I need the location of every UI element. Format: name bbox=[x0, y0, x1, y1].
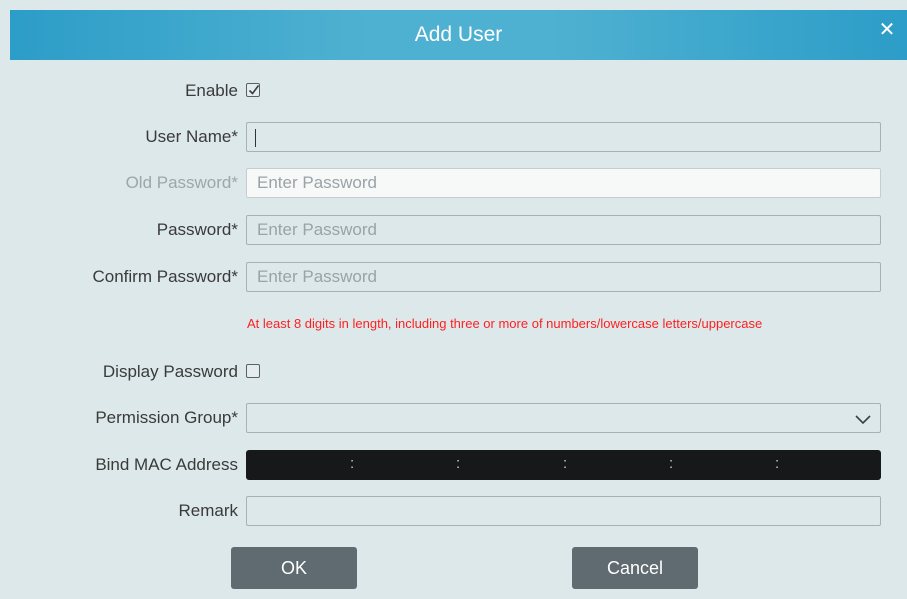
old-password-input bbox=[247, 169, 880, 197]
bind-mac-label: Bind MAC Address bbox=[95, 455, 238, 474]
password-hint: At least 8 digits in length, including t… bbox=[247, 316, 763, 331]
user-name-label: User Name* bbox=[145, 127, 238, 146]
mac-separator: : bbox=[350, 455, 355, 472]
confirm-password-label: Confirm Password* bbox=[92, 267, 239, 286]
mac-separator: : bbox=[775, 455, 780, 472]
close-icon[interactable]: ✕ bbox=[877, 18, 897, 42]
enable-row: Enable bbox=[10, 76, 907, 106]
user-name-input[interactable] bbox=[247, 123, 880, 151]
mac-separator: : bbox=[456, 455, 461, 472]
remark-row: Remark bbox=[10, 496, 907, 526]
old-password-field bbox=[246, 168, 881, 198]
user-name-row: User Name* bbox=[10, 122, 907, 152]
old-password-row: Old Password* bbox=[10, 168, 907, 198]
remark-field[interactable] bbox=[246, 496, 881, 526]
mac-separator: : bbox=[563, 455, 568, 472]
password-label: Password* bbox=[156, 220, 238, 239]
password-input[interactable] bbox=[247, 216, 880, 244]
display-password-row: Display Password bbox=[10, 357, 907, 387]
permission-group-row: Permission Group* bbox=[10, 403, 907, 433]
remark-input[interactable] bbox=[247, 497, 880, 525]
bind-mac-row: Bind MAC Address : : : : : bbox=[10, 450, 907, 480]
mac-separator: : bbox=[669, 455, 674, 472]
old-password-label: Old Password* bbox=[125, 173, 238, 192]
password-row: Password* bbox=[10, 215, 907, 245]
confirm-password-row: Confirm Password* bbox=[10, 262, 907, 292]
permission-group-label: Permission Group* bbox=[95, 408, 238, 427]
confirm-password-input[interactable] bbox=[247, 263, 880, 291]
confirm-password-field[interactable] bbox=[246, 262, 881, 292]
cancel-button[interactable]: Cancel bbox=[572, 547, 698, 589]
ok-button[interactable]: OK bbox=[231, 547, 357, 589]
dialog-title-bar: Add User ✕ bbox=[10, 10, 907, 60]
display-password-checkbox[interactable] bbox=[246, 364, 260, 378]
password-field[interactable] bbox=[246, 215, 881, 245]
display-password-label: Display Password bbox=[102, 362, 238, 381]
enable-checkbox[interactable] bbox=[246, 83, 260, 97]
mac-address-input[interactable]: : : : : : bbox=[246, 450, 881, 480]
enable-label: Enable bbox=[185, 81, 238, 100]
user-name-field[interactable] bbox=[246, 122, 881, 152]
remark-label: Remark bbox=[178, 501, 238, 520]
add-user-dialog: Add User ✕ Enable User Name* Old Passwor… bbox=[0, 0, 907, 599]
checkmark-icon bbox=[248, 85, 260, 95]
text-caret bbox=[255, 129, 256, 147]
permission-group-select[interactable] bbox=[246, 403, 881, 433]
dialog-title: Add User bbox=[414, 23, 503, 46]
chevron-down-icon[interactable] bbox=[854, 410, 872, 428]
